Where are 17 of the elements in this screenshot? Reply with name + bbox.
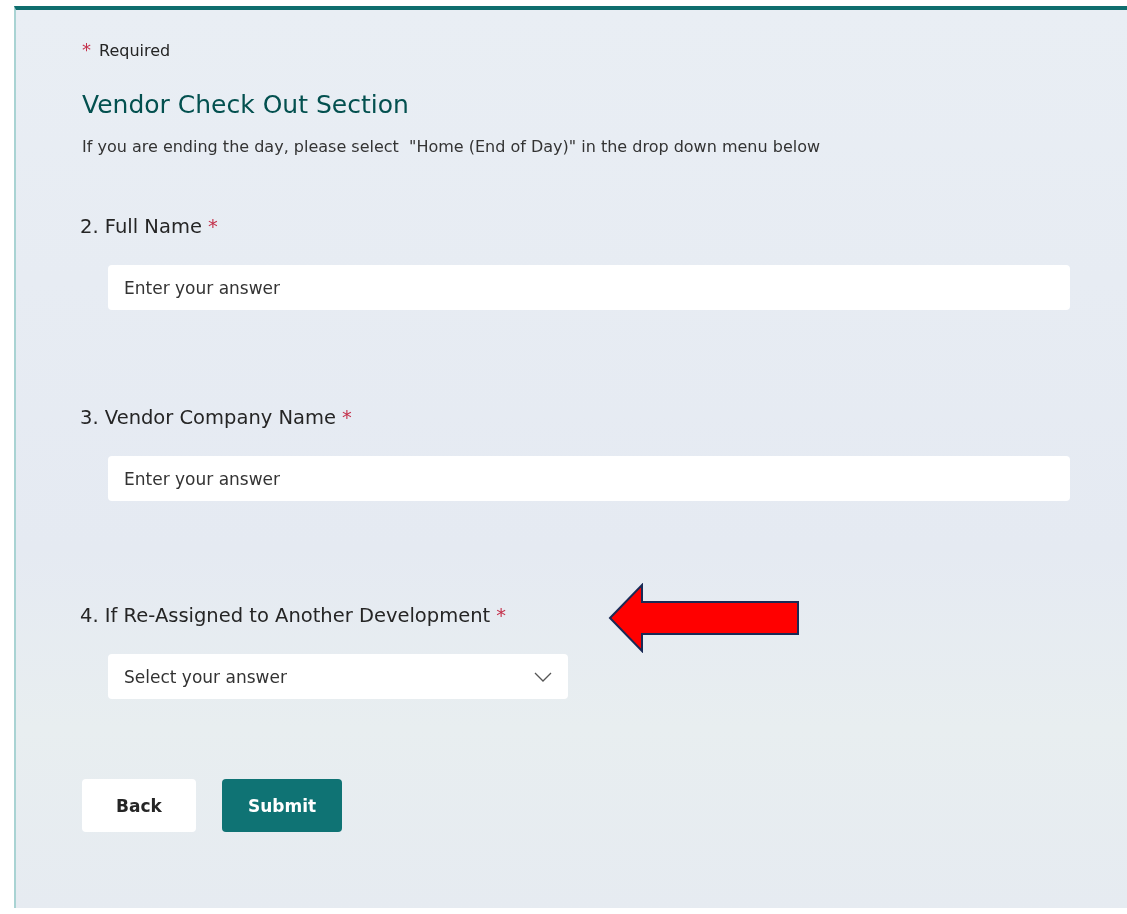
section-title: Vendor Check Out Section [82, 90, 410, 119]
answer-field[interactable]: Enter your answer [108, 456, 1070, 501]
answer-field[interactable]: Enter your answer [108, 265, 1070, 310]
submit-button[interactable]: Submit [222, 779, 342, 832]
required-mark: * [82, 39, 91, 60]
select-dropdown[interactable]: Select your answer [108, 654, 568, 699]
required-mark: * [207, 215, 218, 238]
required-mark: * [496, 604, 506, 627]
question-label: 2. Full Name [80, 215, 202, 238]
section-description: If you are ending the day, please select "Home (End of Day)" in the drop down menu below [82, 137, 822, 156]
chevron-down-icon [534, 671, 552, 682]
arrow-icon [608, 583, 800, 653]
question-label: 4. If Re-Assigned to Another Development [80, 604, 491, 627]
back-button[interactable]: Back [82, 779, 196, 832]
required-mark: * [342, 406, 352, 429]
question-label: 3. Vendor Company Name [80, 406, 336, 429]
required-note: Required [99, 41, 171, 60]
